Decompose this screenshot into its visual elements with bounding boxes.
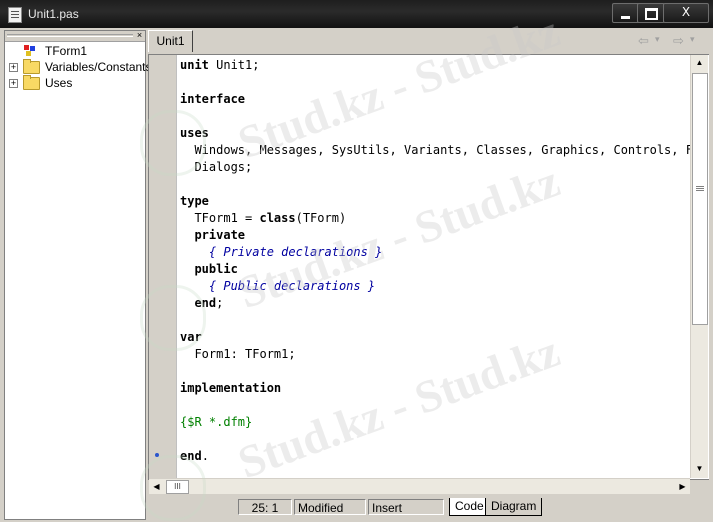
insert-mode: Insert [368, 499, 444, 515]
horizontal-scrollbar[interactable]: ◀ III ▶ [149, 478, 690, 494]
code-token: end [180, 449, 202, 463]
code-line: end. [180, 448, 209, 465]
code-line: { Public declarations } [180, 278, 375, 295]
explorer-close-icon[interactable]: × [135, 31, 144, 40]
code-token: ; [216, 296, 224, 310]
code-line: implementation [180, 380, 281, 397]
code-token: uses [180, 126, 209, 140]
vertical-scrollbar[interactable]: ▲ ▼ [690, 55, 708, 478]
code-line: Form1: TForm1; [180, 346, 296, 363]
class-icon [23, 44, 36, 57]
code-token: private [194, 228, 246, 242]
code-token: implementation [180, 381, 282, 395]
tab-code[interactable]: Code [449, 498, 490, 516]
code-token: unit [180, 58, 209, 72]
scroll-up-icon[interactable]: ▲ [691, 55, 708, 71]
minimize-button[interactable] [612, 3, 640, 23]
code-line: { Private declarations } [180, 244, 382, 261]
code-token: . [201, 449, 209, 463]
tab-diagram[interactable]: Diagram [485, 498, 543, 516]
code-explorer-pane: × TForm1 + Variables/Constants + Uses [4, 30, 152, 520]
scroll-down-icon[interactable]: ▼ [691, 461, 708, 477]
code-token: public [194, 262, 238, 276]
code-line: TForm1 = class(TForm) [180, 210, 346, 227]
expand-icon[interactable]: + [9, 79, 18, 88]
horizontal-scroll-thumb[interactable]: III [166, 480, 189, 494]
expand-icon[interactable]: + [9, 63, 18, 72]
status-empty [148, 499, 238, 515]
code-editor[interactable]: unit Unit1; interface uses Windows, Messag… [148, 54, 709, 480]
code-token: Form1: TForm1; [180, 347, 296, 361]
scroll-left-icon[interactable]: ◀ [149, 479, 164, 494]
scroll-right-icon[interactable]: ▶ [675, 479, 690, 494]
explorer-grip[interactable]: × [5, 31, 145, 42]
code-token: var [180, 330, 202, 344]
code-token: type [180, 194, 209, 208]
tree-item-label: Variables/Constants [45, 60, 152, 74]
close-icon: X [681, 5, 691, 19]
code-line: unit Unit1; [180, 57, 259, 74]
back-dropdown-icon[interactable]: ▾ [655, 34, 660, 45]
window-title: Unit1.pas [28, 7, 79, 21]
cursor-position: 25: 1 [238, 499, 292, 515]
tab-unit1[interactable]: Unit1 [148, 30, 193, 52]
code-line: {$R *.dfm} [180, 414, 252, 431]
tree-item[interactable]: + Uses [5, 75, 145, 91]
maximize-icon [645, 8, 658, 20]
folder-icon [23, 59, 40, 74]
close-button[interactable]: X [663, 3, 709, 23]
ide-window: Unit1.pas X × TForm1 + Variables/Constants… [0, 0, 713, 522]
tree-item[interactable]: + Variables/Constants [5, 59, 152, 75]
file-icon [8, 7, 22, 23]
code-token: Dialogs; [180, 160, 253, 174]
code-token: end [194, 296, 217, 310]
code-line: interface [180, 91, 245, 108]
code-token: { Public declarations } [180, 279, 376, 293]
tree-item[interactable]: TForm1 [5, 43, 145, 59]
line-marker-icon [155, 453, 159, 457]
editor-tabbar: Unit1 ⇦ ▾ ⇨ ▾ [148, 30, 710, 52]
code-token: TForm1 = [180, 211, 260, 225]
editor-gutter[interactable] [149, 55, 177, 479]
code-token: { Private declarations } [180, 245, 383, 259]
title-bar[interactable]: Unit1.pas X [0, 0, 713, 28]
code-token: interface [180, 92, 246, 106]
minimize-icon [621, 16, 630, 19]
modified-indicator: Modified [294, 499, 366, 515]
tree-item-label: TForm1 [45, 44, 87, 58]
code-line: uses [180, 125, 209, 142]
forward-arrow-icon[interactable]: ⇨ [673, 34, 684, 49]
status-bar: 25: 1 Modified Insert Code Diagram [148, 496, 710, 518]
code-line: private [180, 227, 245, 244]
code-token: (TForm) [295, 211, 347, 225]
code-token: Unit1; [208, 58, 260, 72]
tree-item-label: Uses [45, 76, 73, 90]
back-arrow-icon[interactable]: ⇦ [638, 34, 649, 49]
code-text[interactable]: unit Unit1; interface uses Windows, Messag… [180, 55, 692, 479]
code-line: public [180, 261, 238, 278]
folder-icon [23, 75, 40, 90]
vertical-scroll-thumb[interactable] [692, 73, 708, 325]
maximize-button[interactable] [637, 3, 665, 23]
code-line: end; [180, 295, 223, 312]
forward-dropdown-icon[interactable]: ▾ [690, 34, 695, 45]
code-line: Dialogs; [180, 159, 252, 176]
code-line: Windows, Messages, SysUtils, Variants, C… [180, 142, 692, 159]
code-line: var [180, 329, 202, 346]
code-token: class [259, 211, 296, 225]
code-token: Windows, Messages, SysUtils, Variants, C… [180, 143, 692, 157]
code-token: {$R *.dfm} [180, 415, 253, 429]
code-line: type [180, 193, 209, 210]
